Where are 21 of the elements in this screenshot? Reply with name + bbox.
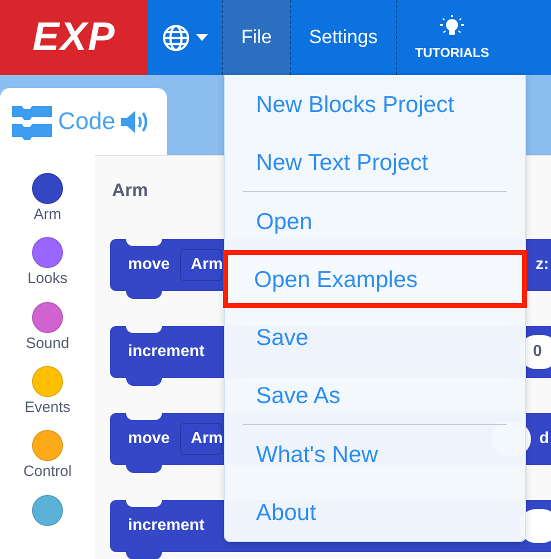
menu-item[interactable]: New Text Project [225, 133, 525, 191]
menu-tab[interactable]: File [222, 0, 290, 75]
blocks-icon [12, 104, 52, 140]
menu-item[interactable]: What's New [225, 425, 525, 483]
category-button[interactable]: Events [24, 366, 70, 430]
dropdown-field[interactable]: Arm [180, 423, 222, 455]
category-button[interactable]: Arm [32, 173, 63, 238]
category-button[interactable]: Sound [26, 302, 70, 366]
globe-icon[interactable] [162, 24, 190, 52]
menu-item[interactable]: Save As [225, 366, 525, 424]
menu-item[interactable]: About [225, 483, 525, 541]
logo[interactable]: EXP [0, 0, 148, 75]
menu-item[interactable]: New Blocks Project [225, 75, 525, 133]
category-button[interactable]: Control [23, 430, 72, 495]
category-button[interactable]: Looks [27, 237, 68, 302]
menu-item[interactable]: Open [225, 192, 525, 250]
dropdown-field[interactable]: Arm [180, 249, 222, 281]
category-heading: Arm [112, 180, 150, 202]
menu-item[interactable]: Open Examples [223, 250, 527, 308]
code-tab[interactable]: Code [0, 88, 167, 155]
caret-icon[interactable] [196, 34, 208, 41]
